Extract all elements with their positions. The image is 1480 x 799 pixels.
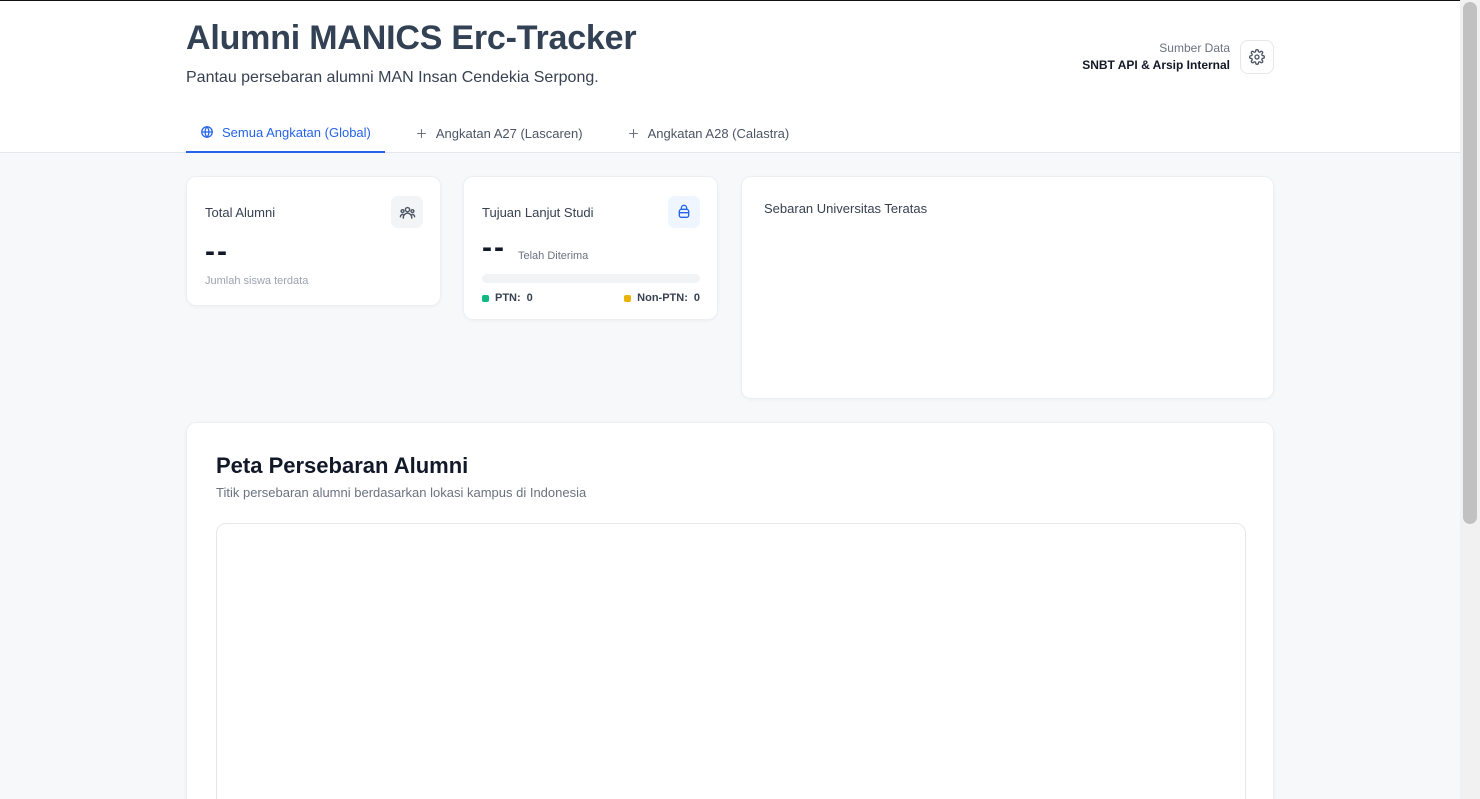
users-icon-box — [391, 196, 423, 228]
users-icon — [399, 206, 415, 219]
study-legend: PTN: 0 Non-PTN: 0 — [482, 292, 700, 304]
tab-global[interactable]: Semua Angkatan (Global) — [186, 113, 385, 153]
study-destination-note: Telah Diterima — [518, 250, 589, 262]
app-subtitle: Pantau persebaran alumni MAN Insan Cende… — [186, 69, 599, 86]
bag-icon — [678, 204, 690, 218]
alumni-map[interactable] — [216, 523, 1246, 799]
app-title: Alumni MANICS Erc-Tracker — [186, 19, 637, 57]
nonptn-value: 0 — [693, 292, 700, 304]
map-title: Peta Persebaran Alumni — [216, 453, 469, 478]
total-alumni-value: -- — [205, 235, 229, 268]
legend-ptn: PTN: 0 — [482, 292, 533, 304]
ptn-progress-bar — [482, 274, 700, 283]
cohort-tabs: Semua Angkatan (Global) Angkatan A27 (La… — [186, 113, 819, 153]
study-destination-card: Tujuan Lanjut Studi -- Telah Diterima PT… — [463, 176, 718, 320]
top-universities-title: Sebaran Universitas Teratas — [764, 201, 928, 216]
legend-nonptn: Non-PTN: 0 — [624, 292, 700, 304]
header: Alumni MANICS Erc-Tracker Pantau perseba… — [0, 1, 1460, 153]
map-subtitle: Titik persebaran alumni berdasarkan loka… — [216, 485, 587, 500]
tab-label: Semua Angkatan (Global) — [222, 124, 371, 140]
plus-icon — [628, 128, 638, 138]
bag-icon-box — [668, 196, 700, 228]
study-destination-value: -- — [482, 231, 506, 264]
top-universities-card: Sebaran Universitas Teratas — [741, 176, 1274, 399]
ptn-label: PTN: — [495, 292, 521, 304]
page: Alumni MANICS Erc-Tracker Pantau perseba… — [0, 0, 1480, 799]
globe-icon — [201, 126, 213, 138]
map-section: Peta Persebaran Alumni Titik persebaran … — [186, 422, 1274, 799]
tab-a28[interactable]: Angkatan A28 (Calastra) — [613, 113, 804, 153]
total-alumni-note: Jumlah siswa terdata — [205, 275, 309, 287]
data-source-label: Sumber Data — [1159, 41, 1230, 55]
settings-button[interactable] — [1240, 40, 1274, 74]
tab-label: Angkatan A27 (Lascaren) — [435, 125, 583, 141]
nonptn-label: Non-PTN: — [637, 292, 688, 304]
study-destination-title: Tujuan Lanjut Studi — [482, 205, 594, 220]
total-alumni-title: Total Alumni — [205, 205, 276, 220]
total-alumni-card: Total Alumni -- Jumlah siswa terdata — [186, 176, 441, 306]
tab-a27[interactable]: Angkatan A27 (Lascaren) — [401, 113, 597, 153]
data-source-value: SNBT API & Arsip Internal — [1082, 58, 1230, 72]
plus-icon — [417, 128, 426, 138]
gear-icon — [1249, 49, 1265, 65]
data-source: Sumber Data SNBT API & Arsip Internal — [1082, 40, 1230, 74]
nonptn-dot-icon — [624, 294, 632, 302]
tab-label: Angkatan A28 (Calastra) — [647, 125, 790, 141]
scrollbar-thumb[interactable] — [1463, 2, 1477, 524]
ptn-value: 0 — [526, 292, 533, 304]
ptn-dot-icon — [482, 294, 489, 302]
